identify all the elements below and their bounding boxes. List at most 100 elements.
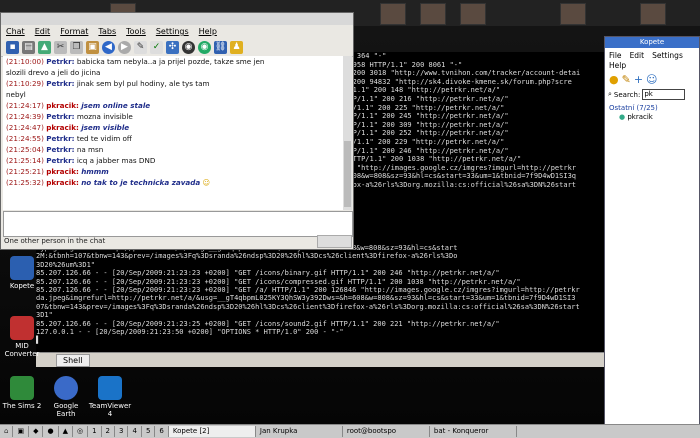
contact-status-icon: ●: [619, 113, 626, 121]
settings-icon[interactable]: ✣: [166, 40, 179, 54]
send-button[interactable]: [317, 235, 352, 248]
contact-icon[interactable]: ◉: [198, 40, 211, 54]
add-contact-icon[interactable]: +: [634, 73, 643, 86]
kopete-menu-help[interactable]: Help: [609, 61, 626, 70]
task-button[interactable]: bat - Konqueror: [430, 426, 517, 437]
desktop-icon-teamviewer[interactable]: TeamViewer 4: [88, 376, 132, 418]
menu-edit[interactable]: Edit: [35, 27, 51, 36]
kopete-menubar: File Edit Settings: [605, 48, 699, 60]
app-icon[interactable]: ◎: [73, 426, 89, 437]
paste-icon[interactable]: ▣: [86, 40, 99, 54]
smiley-icon: ☺: [200, 178, 211, 187]
kopete-contact-window: Kopete File Edit Settings Help ● ✎ + ☺ ⌕…: [604, 36, 700, 424]
desktop-switch-5[interactable]: 5: [142, 426, 156, 437]
message-nick: Petrkr:: [46, 134, 75, 143]
terminal-line: HTTP/1.1" 200 245 "http://petrkr.net/a/": [340, 112, 509, 121]
message-text: slozili drevo a jeli do jicina: [6, 68, 101, 77]
app-icon[interactable]: ◆: [29, 426, 44, 437]
globe-icon[interactable]: ◉: [182, 40, 195, 54]
task-button[interactable]: Kopete [2]: [168, 426, 256, 437]
sims2-icon: [10, 376, 34, 400]
chat-scrollbar[interactable]: [343, 56, 352, 210]
chat-message: (21:25:14) Petrkr: icq a jabber mas DND: [3, 155, 343, 166]
forward-icon[interactable]: ▶: [118, 40, 131, 54]
menu-format[interactable]: Format: [60, 27, 88, 36]
task-button[interactable]: Jan Krupka: [256, 426, 343, 437]
message-time: (21:24:47): [6, 123, 44, 132]
message-nick: pkracik:: [46, 101, 79, 110]
terminal-line: HTTP/1.1" 200 216 "http://petrkr.net/a/": [340, 94, 509, 103]
chat-message: (21:25:21) pkracik: hmmm: [3, 166, 343, 177]
terminal-output[interactable]: .jpeg&imgrefurl=http://petrkr.net/a/&usg…: [36, 244, 606, 354]
kopete-menu-file[interactable]: File: [609, 51, 622, 60]
taskbar: ⌂ ▣ ◆ ● ▲ ◎ 123456 Kopete [2] Jan Krupka r…: [0, 424, 700, 438]
terminal-line: h=608&w=808&sz=93&hl=cs&start=33&um=1&tb…: [340, 172, 577, 181]
kopete-title: Kopete: [605, 37, 699, 48]
menu-tabs[interactable]: Tabs: [98, 27, 116, 36]
message-text: hmmm: [81, 167, 109, 176]
chat-status: One other person in the chat: [4, 237, 106, 245]
users-icon[interactable]: ☺: [646, 73, 657, 86]
terminal-line: 3D20%26um%3D1": [36, 260, 96, 269]
search-input[interactable]: pk: [642, 89, 686, 100]
desktop-switch-4[interactable]: 4: [128, 426, 142, 437]
terminal-line: 1" 200 94832 "http://sk4.divoke-kmene.sk…: [340, 77, 572, 86]
contact-group[interactable]: Ostatní (7/25): [605, 100, 699, 112]
link-icon[interactable]: ⛓: [214, 40, 227, 54]
message-time: (21:24:39): [6, 112, 44, 121]
terminal-line: 188 "http://images.google.cz/imgres?imgu…: [340, 163, 577, 172]
edit-icon[interactable]: ✎: [622, 73, 631, 86]
message-text: icq a jabber mas DND: [76, 156, 156, 165]
back-icon[interactable]: ◀: [102, 40, 115, 54]
app-icon[interactable]: ▲: [59, 426, 73, 437]
shell-tab[interactable]: Shell: [56, 354, 90, 367]
brush-icon[interactable]: ♟: [230, 40, 243, 54]
app-icon[interactable]: ●: [43, 426, 59, 437]
desktop-switch-3[interactable]: 3: [115, 426, 129, 437]
send-file-icon[interactable]: ▲: [38, 40, 51, 54]
desktop-icon-google-earth[interactable]: Google Earth: [44, 376, 88, 418]
terminal-line: HTTP/1.1" 200 246 "http://petrkr.net/a/": [340, 146, 509, 155]
message-nick: Petrkr:: [46, 145, 75, 154]
app-icon[interactable]: ▣: [13, 426, 30, 437]
desktop-switch-1[interactable]: 1: [88, 426, 102, 437]
desktop-icon-sims2[interactable]: The Sims 2: [0, 376, 44, 410]
terminal-line: da.jpeg&imgrefurl=http://petrkr.net/a/&u…: [36, 294, 576, 303]
contact-item[interactable]: ● pkracik: [605, 112, 699, 121]
message-nick: pkracik:: [46, 167, 79, 176]
message-nick: pkracik:: [46, 123, 79, 132]
terminal-line: ▌: [36, 336, 41, 345]
terminal-line: =23958 HTTP/1.1" 200 8061 "-": [340, 60, 463, 69]
chat-log[interactable]: (21:10:00) Petrkr: babicka tam nebyla..a…: [3, 56, 343, 210]
message-time: (21:25:21): [6, 167, 44, 176]
kopete-menu-settings[interactable]: Settings: [652, 51, 683, 60]
terminal-line: 1" 200 3018 "http://www.tvnihon.com/trac…: [340, 69, 581, 78]
task-button[interactable]: root@bootspo: [343, 426, 430, 437]
message-input[interactable]: [3, 211, 353, 237]
chat-message: (21:24:17) pkracik: jsem online stale: [3, 100, 343, 111]
status-icon[interactable]: ●: [609, 73, 619, 86]
scroll-thumb[interactable]: [344, 141, 351, 207]
print-icon[interactable]: ▤: [22, 40, 35, 54]
cut-icon[interactable]: ✂: [54, 40, 67, 54]
kopete-menu-edit[interactable]: Edit: [630, 51, 645, 60]
terminal-line: HTTP/1.1" 200 309 "http://petrkr.net/a/": [340, 120, 509, 129]
menu-tools[interactable]: Tools: [126, 27, 146, 36]
google-earth-icon: [54, 376, 78, 400]
spellcheck-icon[interactable]: ✓: [150, 40, 163, 54]
desktop-icon-mid-converter[interactable]: MID Converter: [0, 316, 44, 358]
pen-icon[interactable]: ✎: [134, 40, 147, 54]
message-time: (21:25:04): [6, 145, 44, 154]
save-icon[interactable]: ▪: [6, 40, 19, 54]
copy-icon[interactable]: ❐: [70, 40, 83, 54]
terminal-line: TTP/1.1" 200 225 "http://petrkr.net/a/": [340, 103, 505, 112]
message-nick: Petrkr:: [46, 112, 75, 121]
kmenu-icon[interactable]: ⌂: [0, 426, 14, 437]
desktop-switch-6[interactable]: 6: [155, 426, 169, 437]
message-time: (21:10:29): [6, 79, 44, 88]
menu-settings[interactable]: Settings: [156, 27, 189, 36]
desktop-icon-kopete[interactable]: Kopete: [0, 256, 44, 290]
desktop-switch-2[interactable]: 2: [102, 426, 116, 437]
menu-chat[interactable]: Chat: [6, 27, 25, 36]
menu-help[interactable]: Help: [199, 27, 217, 36]
